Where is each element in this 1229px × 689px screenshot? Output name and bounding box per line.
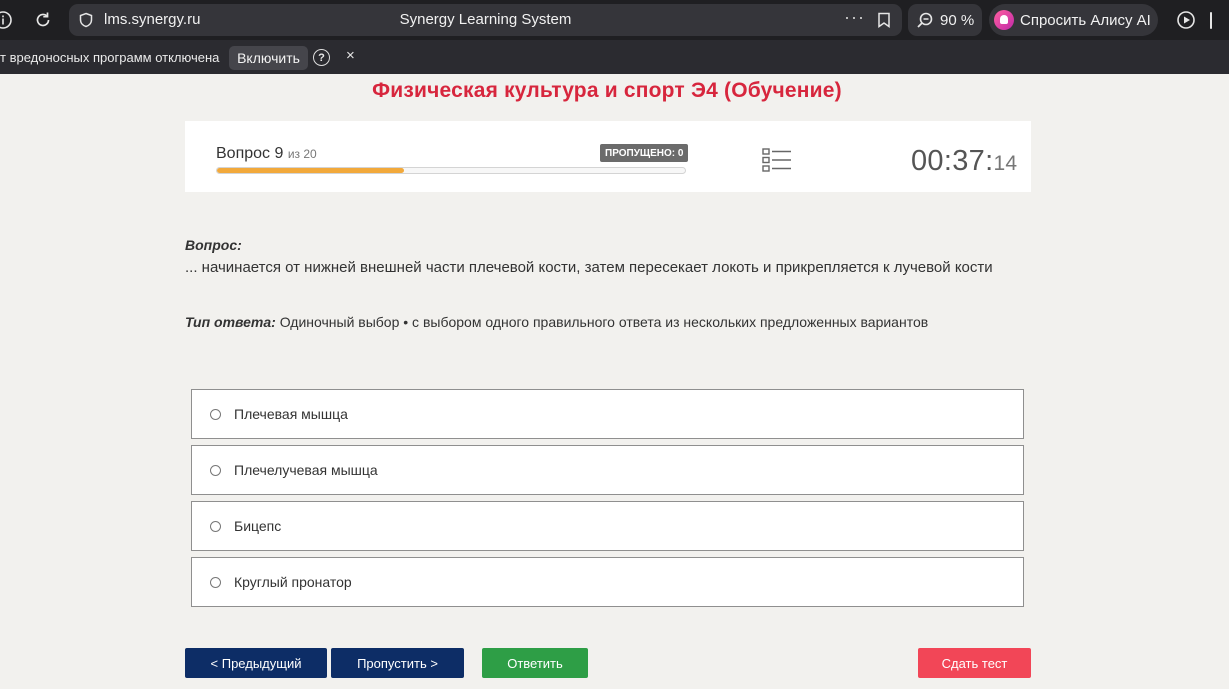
timer-seconds: 14	[993, 152, 1018, 175]
help-icon[interactable]: ?	[313, 49, 330, 66]
question-status-panel: Вопрос 9 из 20 ПРОПУЩЕНО: 0 00:37:14	[185, 121, 1031, 192]
ask-alice-button[interactable]: Спросить Алису AI	[989, 4, 1158, 36]
skipped-badge: ПРОПУЩЕНО: 0	[600, 144, 689, 162]
answer-option-label: Плечелучевая мышца	[234, 462, 378, 478]
address-bar[interactable]: lms.synergy.ru Synergy Learning System ·…	[69, 4, 902, 36]
answer-option-label: Плечевая мышца	[234, 406, 348, 422]
answer-option[interactable]: Плечелучевая мышца	[191, 445, 1024, 495]
enable-protection-button[interactable]: Включить	[229, 46, 308, 70]
question-counter: Вопрос 9 из 20	[216, 145, 317, 163]
toolbar-divider	[1210, 12, 1212, 29]
bookmark-icon[interactable]	[877, 12, 891, 28]
ask-alice-label: Спросить Алису AI	[1020, 11, 1151, 29]
countdown-timer: 00:37:14	[911, 145, 1017, 178]
reload-icon[interactable]	[32, 9, 54, 31]
previous-button[interactable]: < Предыдущий	[185, 648, 327, 678]
shield-icon[interactable]	[78, 12, 94, 28]
answer-option-label: Бицепс	[234, 518, 282, 534]
question-list-icon[interactable]	[762, 147, 792, 173]
notification-bar: т вредоносных программ отключена Включит…	[0, 40, 1229, 74]
answer-option[interactable]: Круглый пронатор	[191, 557, 1024, 607]
zoom-icon	[917, 12, 933, 28]
question-text: ... начинается от нижней внешней части п…	[185, 259, 993, 276]
answer-button[interactable]: Ответить	[482, 648, 588, 678]
more-options-icon[interactable]: ···	[844, 7, 865, 28]
radio-button[interactable]	[210, 408, 221, 420]
question-total: из 20	[287, 147, 317, 161]
answer-option[interactable]: Плечевая мышца	[191, 389, 1024, 439]
answer-option[interactable]: Бицепс	[191, 501, 1024, 551]
info-icon[interactable]	[0, 9, 14, 31]
browser-toolbar: lms.synergy.ru Synergy Learning System ·…	[0, 0, 1229, 40]
url-text[interactable]: lms.synergy.ru	[104, 11, 200, 28]
alice-icon	[994, 10, 1014, 30]
radio-button[interactable]	[210, 576, 221, 588]
answer-type-line: Тип ответа: Одиночный выбор • с выбором …	[185, 314, 928, 330]
zoom-control[interactable]: 90 %	[908, 4, 982, 36]
notification-message: т вредоносных программ отключена	[0, 50, 220, 65]
answer-type-label: Тип ответа:	[185, 314, 276, 330]
radio-button[interactable]	[210, 464, 221, 476]
answer-option-label: Круглый пронатор	[234, 574, 352, 590]
skip-button[interactable]: Пропустить >	[331, 648, 464, 678]
zoom-level: 90 %	[940, 11, 975, 29]
timer-main: 00:37:	[911, 145, 994, 177]
answer-type-text: Одиночный выбор • с выбором одного прави…	[279, 314, 929, 330]
progress-bar	[216, 167, 686, 174]
close-notification-icon[interactable]: ×	[346, 47, 355, 64]
progress-fill	[217, 168, 405, 173]
question-label: Вопрос:	[185, 237, 242, 253]
question-number: Вопрос 9	[216, 145, 284, 162]
page-title: Физическая культура и спорт Э4 (Обучение…	[372, 79, 842, 102]
submit-test-button[interactable]: Сдать тест	[918, 648, 1031, 678]
media-play-icon[interactable]	[1176, 9, 1198, 31]
radio-button[interactable]	[210, 520, 221, 532]
